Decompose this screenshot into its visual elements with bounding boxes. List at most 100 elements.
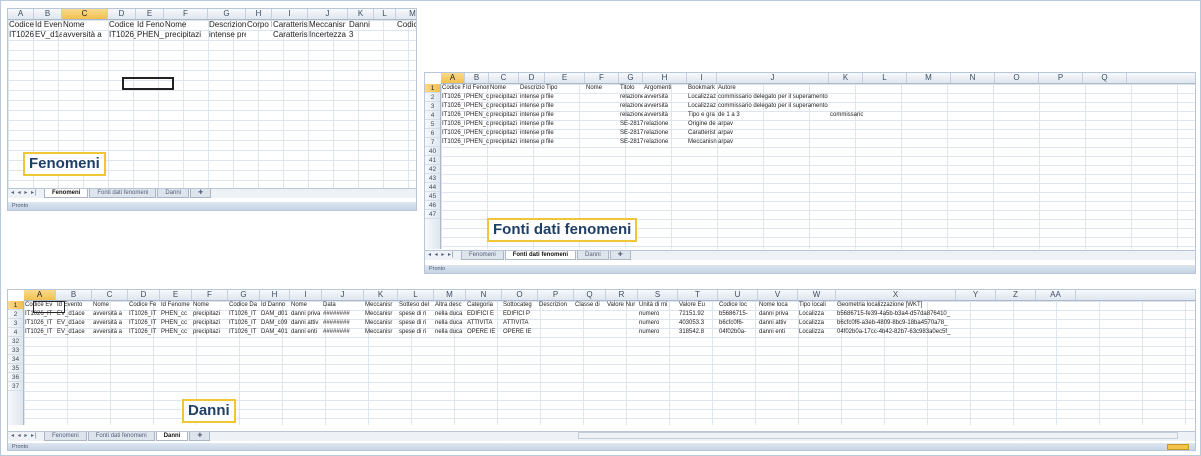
table-cell[interactable] <box>829 120 863 129</box>
table-cell[interactable]: Meccanisr <box>364 319 398 328</box>
table-cell[interactable]: spese di ri <box>398 310 434 319</box>
table-cell[interactable]: Tipo locali <box>798 301 836 310</box>
table-cell[interactable] <box>907 102 951 111</box>
table-cell[interactable]: intense pr <box>519 138 545 147</box>
table-cell[interactable]: intense pr <box>519 93 545 102</box>
horizontal-scrollbar[interactable] <box>578 432 1178 439</box>
column-header-n[interactable]: N <box>466 290 502 300</box>
column-header-c[interactable]: C <box>92 290 128 300</box>
sheet-nav-arrows[interactable]: ◂ ◂ ▸ ▸| <box>8 189 44 198</box>
column-header-d[interactable]: D <box>519 73 545 83</box>
column-header-d[interactable]: D <box>108 9 136 19</box>
column-header-b[interactable]: B <box>56 290 92 300</box>
table-cell[interactable] <box>606 328 638 337</box>
table-cell[interactable]: ######## <box>322 310 364 319</box>
table-cell[interactable] <box>996 310 1036 319</box>
table-cell[interactable]: Descrizion <box>519 84 545 93</box>
column-header-o[interactable]: O <box>995 73 1039 83</box>
table-cell[interactable]: avversità a <box>92 319 128 328</box>
table-cell[interactable]: Corpo Idri <box>246 20 272 30</box>
table-cell[interactable] <box>907 138 951 147</box>
table-cell[interactable] <box>585 120 619 129</box>
row-header-1[interactable]: 1 <box>8 301 23 310</box>
table-cell[interactable] <box>538 319 574 328</box>
table-cell[interactable] <box>829 102 863 111</box>
table-cell[interactable] <box>956 319 996 328</box>
table-cell[interactable] <box>863 129 907 138</box>
table-cell[interactable]: PHEN_cc <box>465 138 489 147</box>
table-cell[interactable]: intense pr <box>519 120 545 129</box>
table-cell[interactable]: Categoria <box>466 301 502 310</box>
table-cell[interactable] <box>606 319 638 328</box>
row-header-46[interactable]: 46 <box>425 201 440 210</box>
column-header-t[interactable]: T <box>678 290 718 300</box>
table-cell[interactable]: IT1026_IT <box>441 111 465 120</box>
table-cell[interactable] <box>996 328 1036 337</box>
table-cell[interactable]: Localizza <box>798 328 836 337</box>
table-cell[interactable]: OPERE IE <box>466 328 502 337</box>
table-cell[interactable]: SE-28170 <box>619 120 643 129</box>
table-cell[interactable]: Id Danno <box>260 301 290 310</box>
column-header-r[interactable]: R <box>606 290 638 300</box>
active-cell[interactable] <box>122 77 174 90</box>
column-header-e[interactable]: E <box>545 73 585 83</box>
table-cell[interactable]: PHEN_cc <box>465 102 489 111</box>
sheet-tab-danni[interactable]: Danni <box>155 432 189 441</box>
table-cell[interactable]: EDIFICI E <box>466 310 502 319</box>
table-cell[interactable]: intense pr <box>519 111 545 120</box>
row-header-47[interactable]: 47 <box>425 210 440 219</box>
table-cell[interactable]: DAM_d01 <box>260 310 290 319</box>
column-header-c[interactable]: C <box>62 9 108 19</box>
table-cell[interactable] <box>829 129 863 138</box>
table-cell[interactable]: avversità a <box>62 30 108 40</box>
column-header-q[interactable]: Q <box>1083 73 1127 83</box>
table-cell[interactable]: danni priva <box>758 310 798 319</box>
table-cell[interactable]: arpav <box>717 138 829 147</box>
table-cell[interactable] <box>995 138 1039 147</box>
table-cell[interactable]: danni attiv <box>290 319 322 328</box>
table-cell[interactable]: Valore Eu <box>678 301 718 310</box>
column-header-a[interactable]: A <box>441 73 465 83</box>
table-cell[interactable]: Classe di <box>574 301 606 310</box>
table-cell[interactable]: Nome <box>92 301 128 310</box>
table-cell[interactable] <box>907 93 951 102</box>
table-cell[interactable]: Codice Da <box>228 301 260 310</box>
table-cell[interactable] <box>1039 129 1083 138</box>
row-header-3[interactable]: 3 <box>8 319 23 328</box>
column-header-z[interactable]: Z <box>996 290 1036 300</box>
column-header-g[interactable]: G <box>619 73 643 83</box>
table-cell[interactable]: precipitazi <box>489 138 519 147</box>
column-header-i[interactable]: I <box>290 290 322 300</box>
column-header-j[interactable]: J <box>308 9 348 19</box>
table-cell[interactable]: numero <box>638 328 678 337</box>
column-header-f[interactable]: F <box>192 290 228 300</box>
table-cell[interactable]: precipitazi <box>489 120 519 129</box>
table-cell[interactable] <box>1039 93 1083 102</box>
table-cell[interactable]: numero <box>638 310 678 319</box>
column-header-m[interactable]: M <box>396 9 416 19</box>
row-header-40[interactable]: 40 <box>425 147 440 156</box>
row-header-bar[interactable]: 1 2 3 4 5 6 7 40 41 42 43 44 45 46 47 <box>425 84 441 249</box>
table-cell[interactable]: Codice loc <box>396 20 416 30</box>
table-cell[interactable]: ATTIVITA <box>502 319 538 328</box>
table-cell[interactable]: Nome <box>489 84 519 93</box>
table-cell[interactable] <box>995 102 1039 111</box>
table-cell[interactable] <box>574 328 606 337</box>
sheet-tab-fonti-dati-fenomeni[interactable]: Fonti dati fenomeni <box>87 432 155 441</box>
column-header-l[interactable]: L <box>398 290 434 300</box>
table-cell[interactable] <box>1083 84 1127 93</box>
table-cell[interactable]: Nome <box>62 20 108 30</box>
table-cell[interactable]: intense pr <box>519 102 545 111</box>
table-cell[interactable]: commissario delegato per il superamento … <box>829 111 863 120</box>
table-cell[interactable]: IT1026_IT <box>128 319 160 328</box>
table-cell[interactable]: Danni <box>348 20 374 30</box>
table-cell[interactable]: b5686715- <box>718 310 758 319</box>
table-cell[interactable]: avversità <box>643 111 687 120</box>
column-header-i[interactable]: I <box>687 73 717 83</box>
table-cell[interactable] <box>1083 120 1127 129</box>
table-cell[interactable]: PHEN_cc <box>160 310 192 319</box>
insert-sheet-icon[interactable]: ✚ <box>190 189 212 198</box>
table-cell[interactable]: precipitazi <box>489 129 519 138</box>
table-cell[interactable]: file <box>545 129 585 138</box>
table-cell[interactable]: IT1026_IT <box>8 30 34 40</box>
